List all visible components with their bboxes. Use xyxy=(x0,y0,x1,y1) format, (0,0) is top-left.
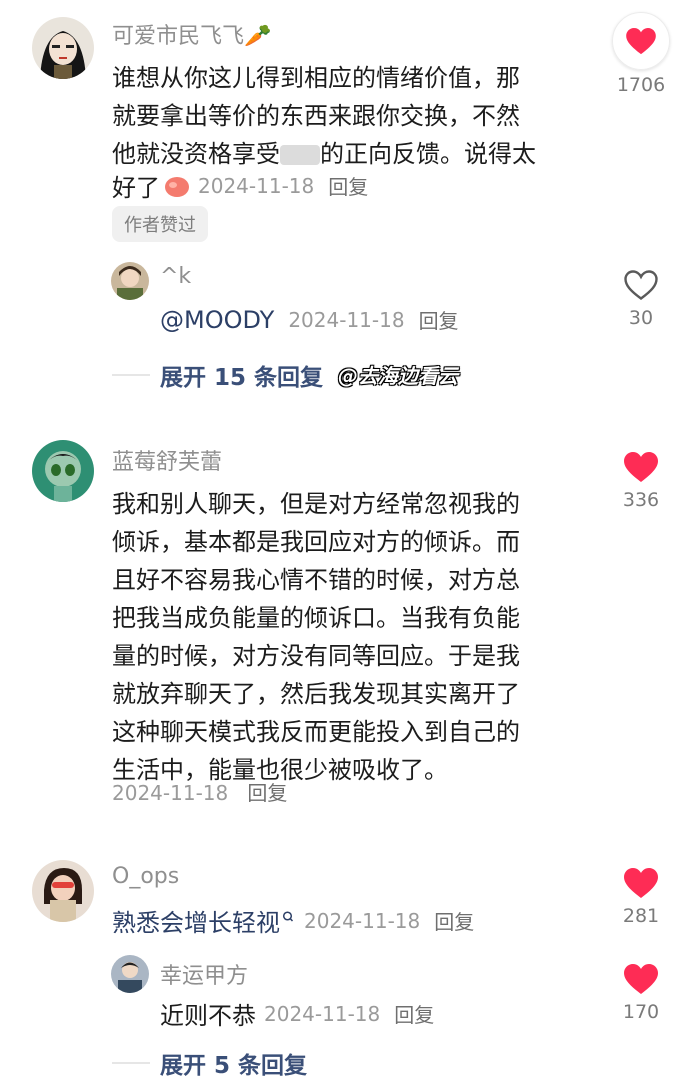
comment-body: 熟悉会增长轻视 2024-11-18 回复 xyxy=(112,903,474,938)
reply-date: 2024-11-18 xyxy=(264,1001,381,1026)
comment-text-line: 倾诉，基本都是我回应对方的倾诉。而 xyxy=(112,528,520,556)
heart-filled-icon xyxy=(624,964,658,994)
expand-divider xyxy=(112,1062,150,1064)
comment-date: 2024-11-18 xyxy=(304,908,421,933)
reply-button[interactable]: 回复 xyxy=(419,305,459,334)
redacted-blur xyxy=(280,145,320,165)
watermark: @去海边看云 xyxy=(338,364,458,388)
comment-text-line: 我和别人聊天，但是对方经常忽视我的 xyxy=(112,490,520,518)
comment-text-line: 量的时候，对方没有同等回应。于是我 xyxy=(112,642,520,670)
comment-username[interactable]: O_ops xyxy=(112,864,179,889)
expand-replies-button[interactable]: 展开 15 条回复 xyxy=(112,358,323,392)
avatar-reply-3[interactable] xyxy=(111,955,149,993)
like-ring xyxy=(612,12,670,70)
like-button[interactable]: 336 xyxy=(611,452,671,511)
peach-emoji-icon xyxy=(164,174,190,198)
comment-text-segment: 的正向反馈。说得太 xyxy=(320,140,536,168)
search-keyword-link[interactable]: 熟悉会增长轻视 xyxy=(112,903,280,938)
comment-date: 2024-11-18 xyxy=(198,173,315,198)
comment-text-line: 这种聊天模式我反而更能投入到自己的 xyxy=(112,718,520,746)
heart-filled-icon xyxy=(624,452,658,482)
author-liked-badge: 作者赞过 xyxy=(112,206,208,242)
reply-button[interactable]: 回复 xyxy=(434,906,474,935)
like-button[interactable]: 1706 xyxy=(611,12,671,96)
avatar-comment-2[interactable] xyxy=(32,440,94,502)
reply-body: 近则不恭 2024-11-18 回复 xyxy=(160,996,434,1031)
reply-date: 2024-11-18 xyxy=(288,307,405,332)
search-glyph-icon xyxy=(282,910,294,932)
avatar-reply-1[interactable] xyxy=(111,262,149,300)
comment-text-line: 且好不容易我心情不错的时候，对方总 xyxy=(112,566,520,594)
expand-divider xyxy=(112,374,150,376)
reply-button[interactable]: 回复 xyxy=(394,999,434,1028)
like-button[interactable]: 30 xyxy=(611,270,671,329)
comment-text-line: 谁想从你这儿得到相应的情绪价值，那 xyxy=(112,64,520,92)
comment-text-line: 就要拿出等价的东西来跟你交换，不然 xyxy=(112,102,520,130)
like-count: 281 xyxy=(622,905,660,927)
expand-replies-label: 展开 5 条回复 xyxy=(160,1053,308,1079)
comment-username[interactable]: 蓝莓舒芙蕾 xyxy=(112,444,222,476)
like-count: 1706 xyxy=(616,74,666,96)
heart-filled-icon xyxy=(624,868,658,898)
reply-username[interactable]: ^k xyxy=(160,264,191,289)
like-count: 30 xyxy=(628,307,654,329)
reply-username[interactable]: 幸运甲方 xyxy=(160,958,248,990)
avatar-comment-1[interactable] xyxy=(32,17,94,79)
reply-text: 近则不恭 xyxy=(160,1002,256,1030)
like-count: 170 xyxy=(622,1001,660,1023)
reply-button[interactable]: 回复 xyxy=(328,171,368,200)
comment-username[interactable]: 可爱市民飞飞🥕 xyxy=(112,18,271,50)
comment-text-segment: 他就没资格享受 xyxy=(112,140,280,168)
expand-replies-label: 展开 15 条回复 xyxy=(160,365,324,391)
heart-outline-icon xyxy=(624,270,658,300)
avatar-comment-3[interactable] xyxy=(32,860,94,922)
comment-text-line: 他就没资格享受 的正向反馈。说得太 xyxy=(112,134,536,169)
heart-filled-icon xyxy=(626,27,656,54)
reply-body: @MOODY 2024-11-18 回复 xyxy=(160,305,459,334)
comment-text-line: 就放弃聊天了，然后我发现其实离开了 xyxy=(112,680,520,708)
like-button[interactable]: 170 xyxy=(611,964,671,1023)
like-count: 336 xyxy=(622,489,660,511)
expand-replies-button[interactable]: 展开 5 条回复 xyxy=(112,1046,307,1080)
like-button[interactable]: 281 xyxy=(611,868,671,927)
comment-text-line: 好了 xyxy=(112,174,160,202)
comment-footer: 2024-11-18 回复 xyxy=(112,777,287,806)
comment-text-line: 把我当成负能量的倾诉口。当我有负能 xyxy=(112,604,520,632)
comment-date: 2024-11-18 xyxy=(112,781,229,805)
reply-button[interactable]: 回复 xyxy=(247,781,287,805)
mention-link[interactable]: @MOODY xyxy=(160,306,274,334)
comment-footer: 好了 2024-11-18 回复 xyxy=(112,168,368,203)
